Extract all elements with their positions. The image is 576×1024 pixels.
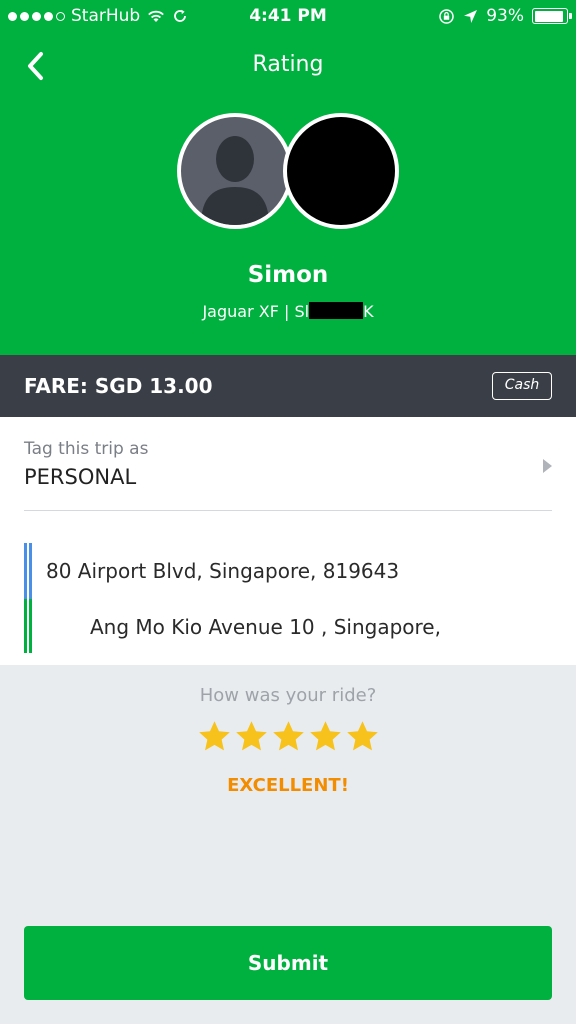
- chevron-right-icon: [543, 459, 552, 473]
- submit-button[interactable]: Submit: [24, 926, 552, 1000]
- rating-question: How was your ride?: [199, 685, 377, 706]
- battery-percentage: 93%: [486, 6, 524, 26]
- orientation-lock-icon: [439, 8, 454, 24]
- driver-name: Simon: [247, 262, 329, 288]
- page-title: Rating: [252, 52, 324, 77]
- fare-bar: FARE: SGD 13.00 Cash: [0, 355, 576, 417]
- driver-avatar: [177, 113, 293, 229]
- star-icon[interactable]: [308, 719, 343, 754]
- trip-tag-value: PERSONAL: [24, 465, 137, 489]
- person-silhouette-icon: [201, 136, 269, 225]
- pickup-address: 80 Airport Blvd, Singapore, 819643: [46, 559, 400, 583]
- location-arrow-icon: [464, 9, 478, 23]
- plate-suffix: K: [363, 302, 374, 321]
- vehicle-model-plate: Jaguar XF | Sl: [202, 302, 310, 321]
- pickup-route-marker: [24, 543, 32, 599]
- plate-redaction: [309, 302, 364, 319]
- dropoff-route-marker: [24, 599, 32, 653]
- star-rating[interactable]: [0, 719, 576, 754]
- dropoff-address: Ang Mo Kio Avenue 10 , Singapore,: [90, 615, 441, 639]
- driver-header: StarHub 4:41 PM 93% Rating Simon Jaguar …: [0, 0, 576, 355]
- vehicle-info: Jaguar XF | Sl K: [0, 302, 576, 321]
- star-icon[interactable]: [234, 719, 269, 754]
- trip-tag-label: Tag this trip as: [24, 439, 149, 459]
- battery-icon: [532, 8, 572, 24]
- trip-details: Tag this trip as PERSONAL 80 Airport Blv…: [0, 417, 576, 665]
- star-icon[interactable]: [271, 719, 306, 754]
- rating-label: EXCELLENT!: [227, 775, 349, 796]
- status-right: 93%: [438, 6, 572, 26]
- star-icon[interactable]: [345, 719, 380, 754]
- battery-level: [534, 10, 564, 22]
- payment-method-badge: Cash: [492, 372, 552, 400]
- star-icon[interactable]: [197, 719, 232, 754]
- trip-tag-selector[interactable]: Tag this trip as PERSONAL: [24, 439, 552, 511]
- vehicle-photo: [283, 113, 399, 229]
- status-bar: StarHub 4:41 PM 93%: [0, 0, 576, 34]
- fare-amount: FARE: SGD 13.00: [24, 374, 213, 398]
- nav-bar: Rating: [0, 40, 576, 94]
